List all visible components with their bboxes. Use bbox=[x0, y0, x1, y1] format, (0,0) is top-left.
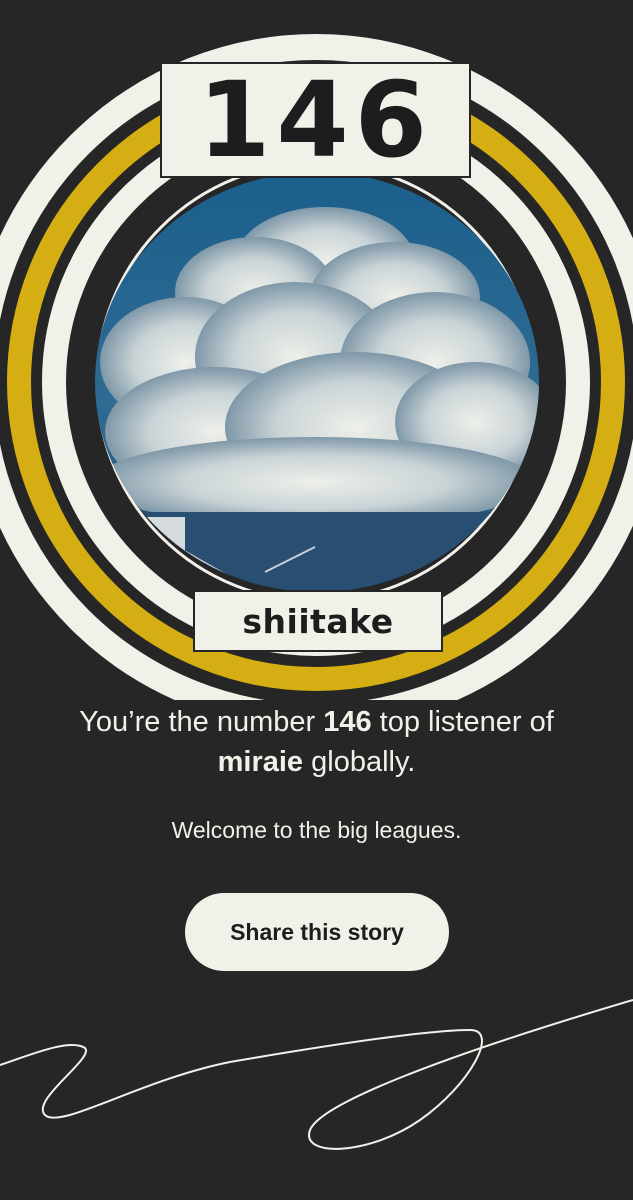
rank-badge: 146 bbox=[160, 62, 471, 178]
listener-message: You’re the number 146 top listener of mir… bbox=[0, 702, 633, 782]
message-prefix: You’re the number bbox=[79, 706, 324, 738]
squiggle-decoration bbox=[0, 999, 633, 1150]
artist-image bbox=[95, 172, 539, 592]
username: shiitake bbox=[242, 601, 394, 641]
share-story-button[interactable]: Share this story bbox=[185, 893, 449, 971]
message-rank: 146 bbox=[323, 706, 372, 738]
welcome-text: Welcome to the big leagues. bbox=[171, 817, 462, 843]
message-artist: miraie bbox=[217, 746, 304, 778]
username-badge: shiitake bbox=[193, 590, 443, 652]
message-suffix: globally. bbox=[303, 746, 416, 778]
message-middle: top listener of bbox=[371, 706, 554, 738]
rank-number: 146 bbox=[197, 59, 434, 181]
